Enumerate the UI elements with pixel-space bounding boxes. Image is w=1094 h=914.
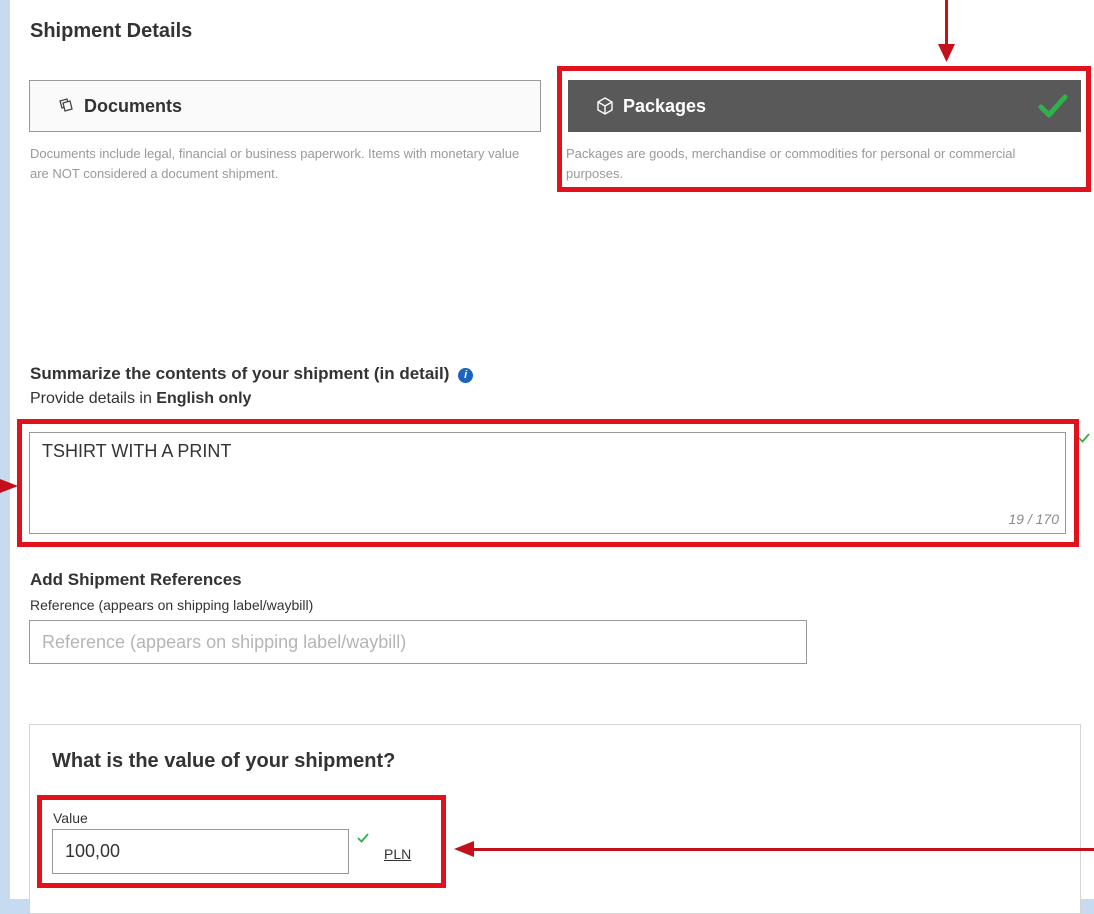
reference-label: Reference (appears on shipping label/way… — [30, 597, 314, 613]
documents-button[interactable]: Documents — [29, 80, 541, 132]
arrow-shaft-bottom — [470, 848, 1094, 851]
summary-title-text: Summarize the contents of your shipment … — [30, 364, 450, 383]
summary-subtitle-bold: English only — [156, 390, 252, 407]
documents-description: Documents include legal, financial or bu… — [30, 146, 520, 181]
value-title: What is the value of your shipment? — [52, 750, 396, 772]
arrow-head-down — [938, 44, 955, 62]
documents-icon — [56, 96, 76, 116]
reference-input[interactable] — [29, 620, 807, 664]
arrow-head-right — [0, 479, 18, 493]
documents-label: Documents — [84, 95, 183, 116]
contents-check-icon — [1078, 433, 1090, 443]
summary-subtitle: Provide details in English only — [30, 390, 251, 408]
contents-highlight-box — [17, 419, 1079, 547]
value-highlight-box — [37, 795, 446, 888]
arrow-shaft-top — [945, 0, 948, 48]
summary-title: Summarize the contents of your shipment … — [30, 364, 474, 384]
info-icon[interactable]: i — [458, 368, 474, 383]
references-title: Add Shipment References — [30, 570, 242, 589]
packages-highlight-box — [557, 66, 1091, 192]
section-title: Shipment Details — [30, 20, 193, 42]
summary-subtitle-prefix: Provide details in — [30, 390, 157, 407]
